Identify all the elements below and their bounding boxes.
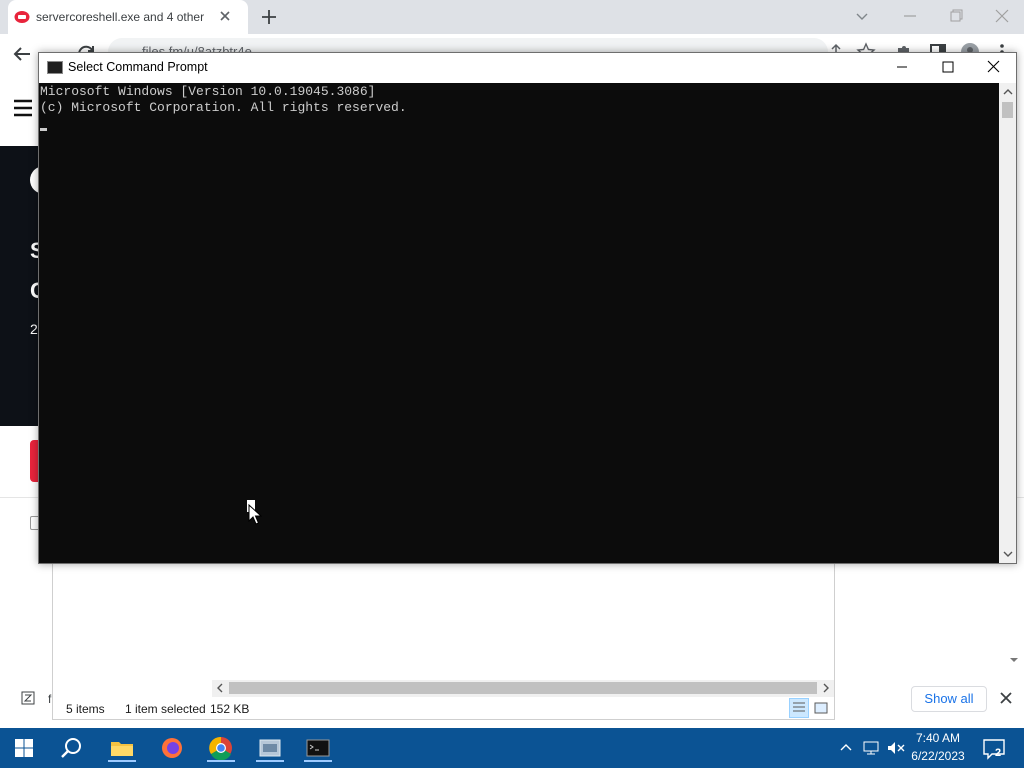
console-cursor [40, 128, 47, 131]
search-icon[interactable] [60, 736, 84, 760]
cmd-minimize-icon[interactable] [888, 56, 916, 78]
window-restore-icon[interactable] [942, 4, 970, 28]
back-arrow-icon[interactable] [10, 42, 34, 66]
cmd-app-icon [47, 61, 63, 74]
favicon-icon [14, 11, 30, 23]
status-size: 152 KB [210, 702, 250, 716]
vertical-scrollbar[interactable] [999, 83, 1016, 563]
details-view-icon [793, 702, 805, 712]
taskbar-app[interactable] [256, 734, 284, 762]
console-line: Microsoft Windows [Version 10.0.19045.30… [40, 84, 376, 99]
active-indicator [108, 760, 136, 762]
tab-title: servercoreshell.exe and 4 other files [36, 10, 206, 24]
hamburger-menu-icon[interactable] [12, 98, 34, 118]
details-view-button[interactable] [789, 698, 809, 718]
tab-search-icon[interactable] [852, 8, 872, 26]
file-explorer-icon [111, 742, 133, 756]
window-minimize-icon[interactable] [896, 4, 924, 28]
taskbar-firefox[interactable] [158, 734, 186, 762]
download-filename-fragment: f [48, 692, 52, 706]
cmd-maximize-icon[interactable] [934, 56, 962, 78]
scroll-down-icon[interactable] [1002, 548, 1014, 560]
status-item-count: 5 items [66, 702, 105, 716]
cmd-icon [306, 739, 330, 757]
taskbar-chrome[interactable] [207, 734, 235, 762]
large-icons-view-icon[interactable] [813, 700, 829, 716]
active-indicator [207, 760, 235, 762]
taskbar-file-explorer[interactable] [108, 734, 136, 762]
windows-start-icon[interactable] [14, 738, 34, 758]
vertical-scroll-thumb[interactable] [1002, 102, 1013, 118]
taskbar-date[interactable]: 6/22/2023 [906, 749, 970, 763]
status-selection: 1 item selected [125, 702, 206, 716]
active-indicator [304, 760, 332, 762]
volume-muted-icon[interactable] [886, 740, 906, 756]
window-close-icon[interactable] [988, 4, 1016, 28]
notification-count-badge: 2 [994, 747, 1002, 759]
scroll-left-icon[interactable] [214, 682, 226, 694]
hero-subtext-fragment: 2 [30, 321, 38, 337]
console-output-area[interactable] [39, 83, 999, 563]
active-indicator [256, 760, 284, 762]
mouse-pointer-icon [248, 504, 263, 525]
taskbar-time[interactable]: 7:40 AM [906, 731, 970, 745]
cmd-close-icon[interactable] [980, 56, 1008, 78]
cmd-window-title: Select Command Prompt [68, 60, 208, 74]
taskbar-command-prompt[interactable] [304, 734, 332, 762]
network-icon[interactable] [862, 740, 880, 756]
new-tab-icon[interactable] [258, 6, 280, 28]
app-icon [259, 739, 281, 757]
page-scroll-down-icon[interactable] [1008, 654, 1020, 666]
zip-file-icon[interactable] [20, 690, 36, 706]
close-downloads-icon[interactable] [998, 690, 1014, 706]
horizontal-scroll-thumb[interactable] [229, 682, 817, 694]
tray-overflow-chevron-icon[interactable] [838, 740, 854, 756]
scroll-right-icon[interactable] [820, 682, 832, 694]
show-all-downloads-button[interactable]: Show all [911, 686, 987, 712]
console-line: (c) Microsoft Corporation. All rights re… [40, 100, 407, 115]
firefox-icon [162, 738, 182, 758]
chrome-icon [209, 736, 232, 761]
tab-close-icon[interactable] [216, 7, 234, 25]
scroll-up-icon[interactable] [1002, 86, 1014, 98]
